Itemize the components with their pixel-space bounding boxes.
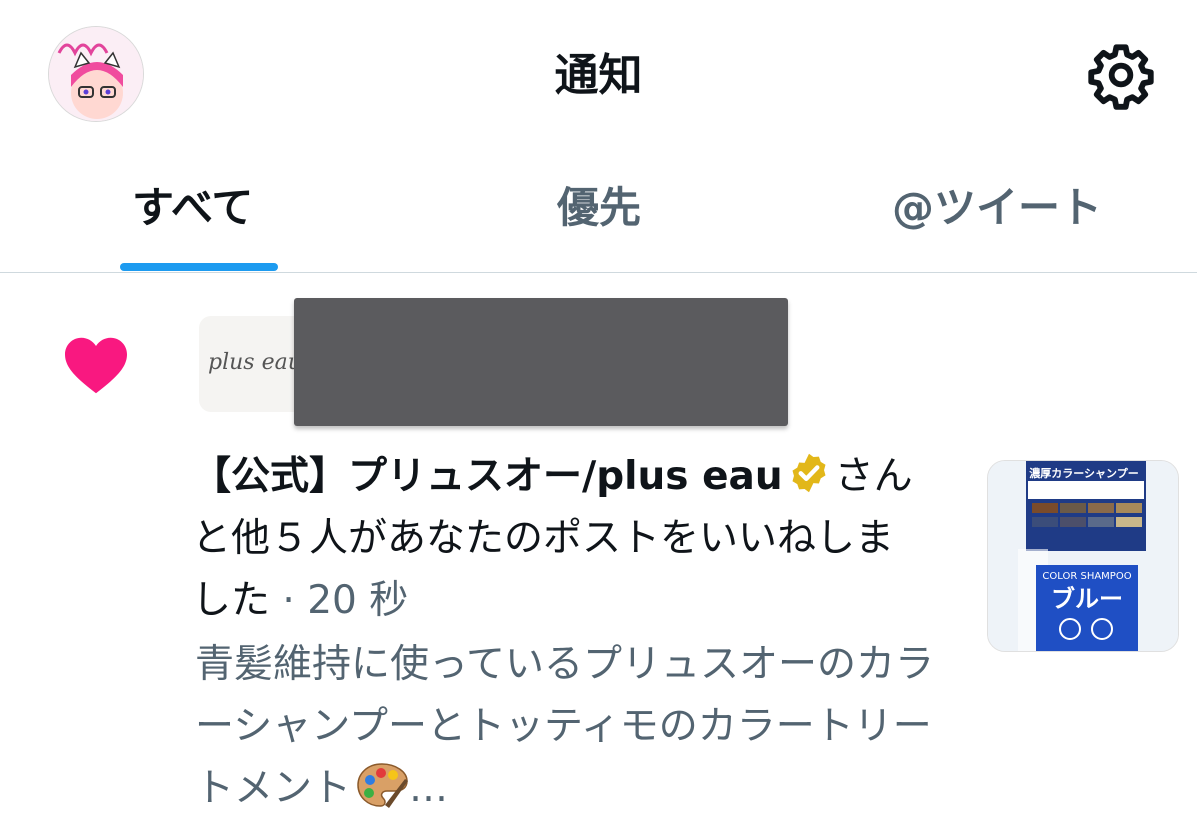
separator: · [270, 578, 308, 623]
notification-text: 【公式】プリュスオー/plus eau さんと他５人があなたのポストをいいねしまし… [192, 446, 922, 632]
page-title: 通知 [554, 50, 643, 101]
gold-verified-icon [787, 451, 831, 495]
timestamp[interactable]: 20 秒 [307, 578, 408, 623]
tweet-text: 青髪維持に使っているプリュスオーのカラーシャンプーとトッティモのカラートリートメ… [195, 642, 935, 811]
tweet-thumbnail[interactable]: 濃厚カラーシャンプー COLOR SHAMPOO ブルー [987, 460, 1179, 652]
tab-priority[interactable]: 優先 [557, 180, 641, 236]
tab-all[interactable]: すべて [132, 180, 253, 236]
active-tab-indicator [120, 263, 278, 271]
thumbnail-label: COLOR SHAMPOO [1042, 571, 1131, 582]
gear-icon[interactable] [1086, 40, 1156, 110]
actor-avatar-logo: plus eau [208, 350, 302, 375]
tab-mentions[interactable]: @ツイート [892, 180, 1102, 236]
redacted-avatars [294, 298, 788, 426]
palette-emoji [355, 761, 409, 809]
tweet-preview[interactable]: 青髪維持に使っているプリュスオーのカラーシャンプーとトッティモのカラートリートメ… [195, 634, 935, 820]
ellipsis: … [409, 766, 449, 811]
actor-name[interactable]: 【公式】プリュスオー/plus eau [192, 454, 783, 499]
top-header: 通知 [0, 0, 1197, 150]
heart-icon [62, 333, 130, 395]
thumbnail-banner: 濃厚カラーシャンプー [1029, 466, 1138, 480]
tab-bar: すべて 優先 @ツイート [0, 150, 1197, 273]
thumbnail-product: ブルー [1051, 585, 1123, 613]
